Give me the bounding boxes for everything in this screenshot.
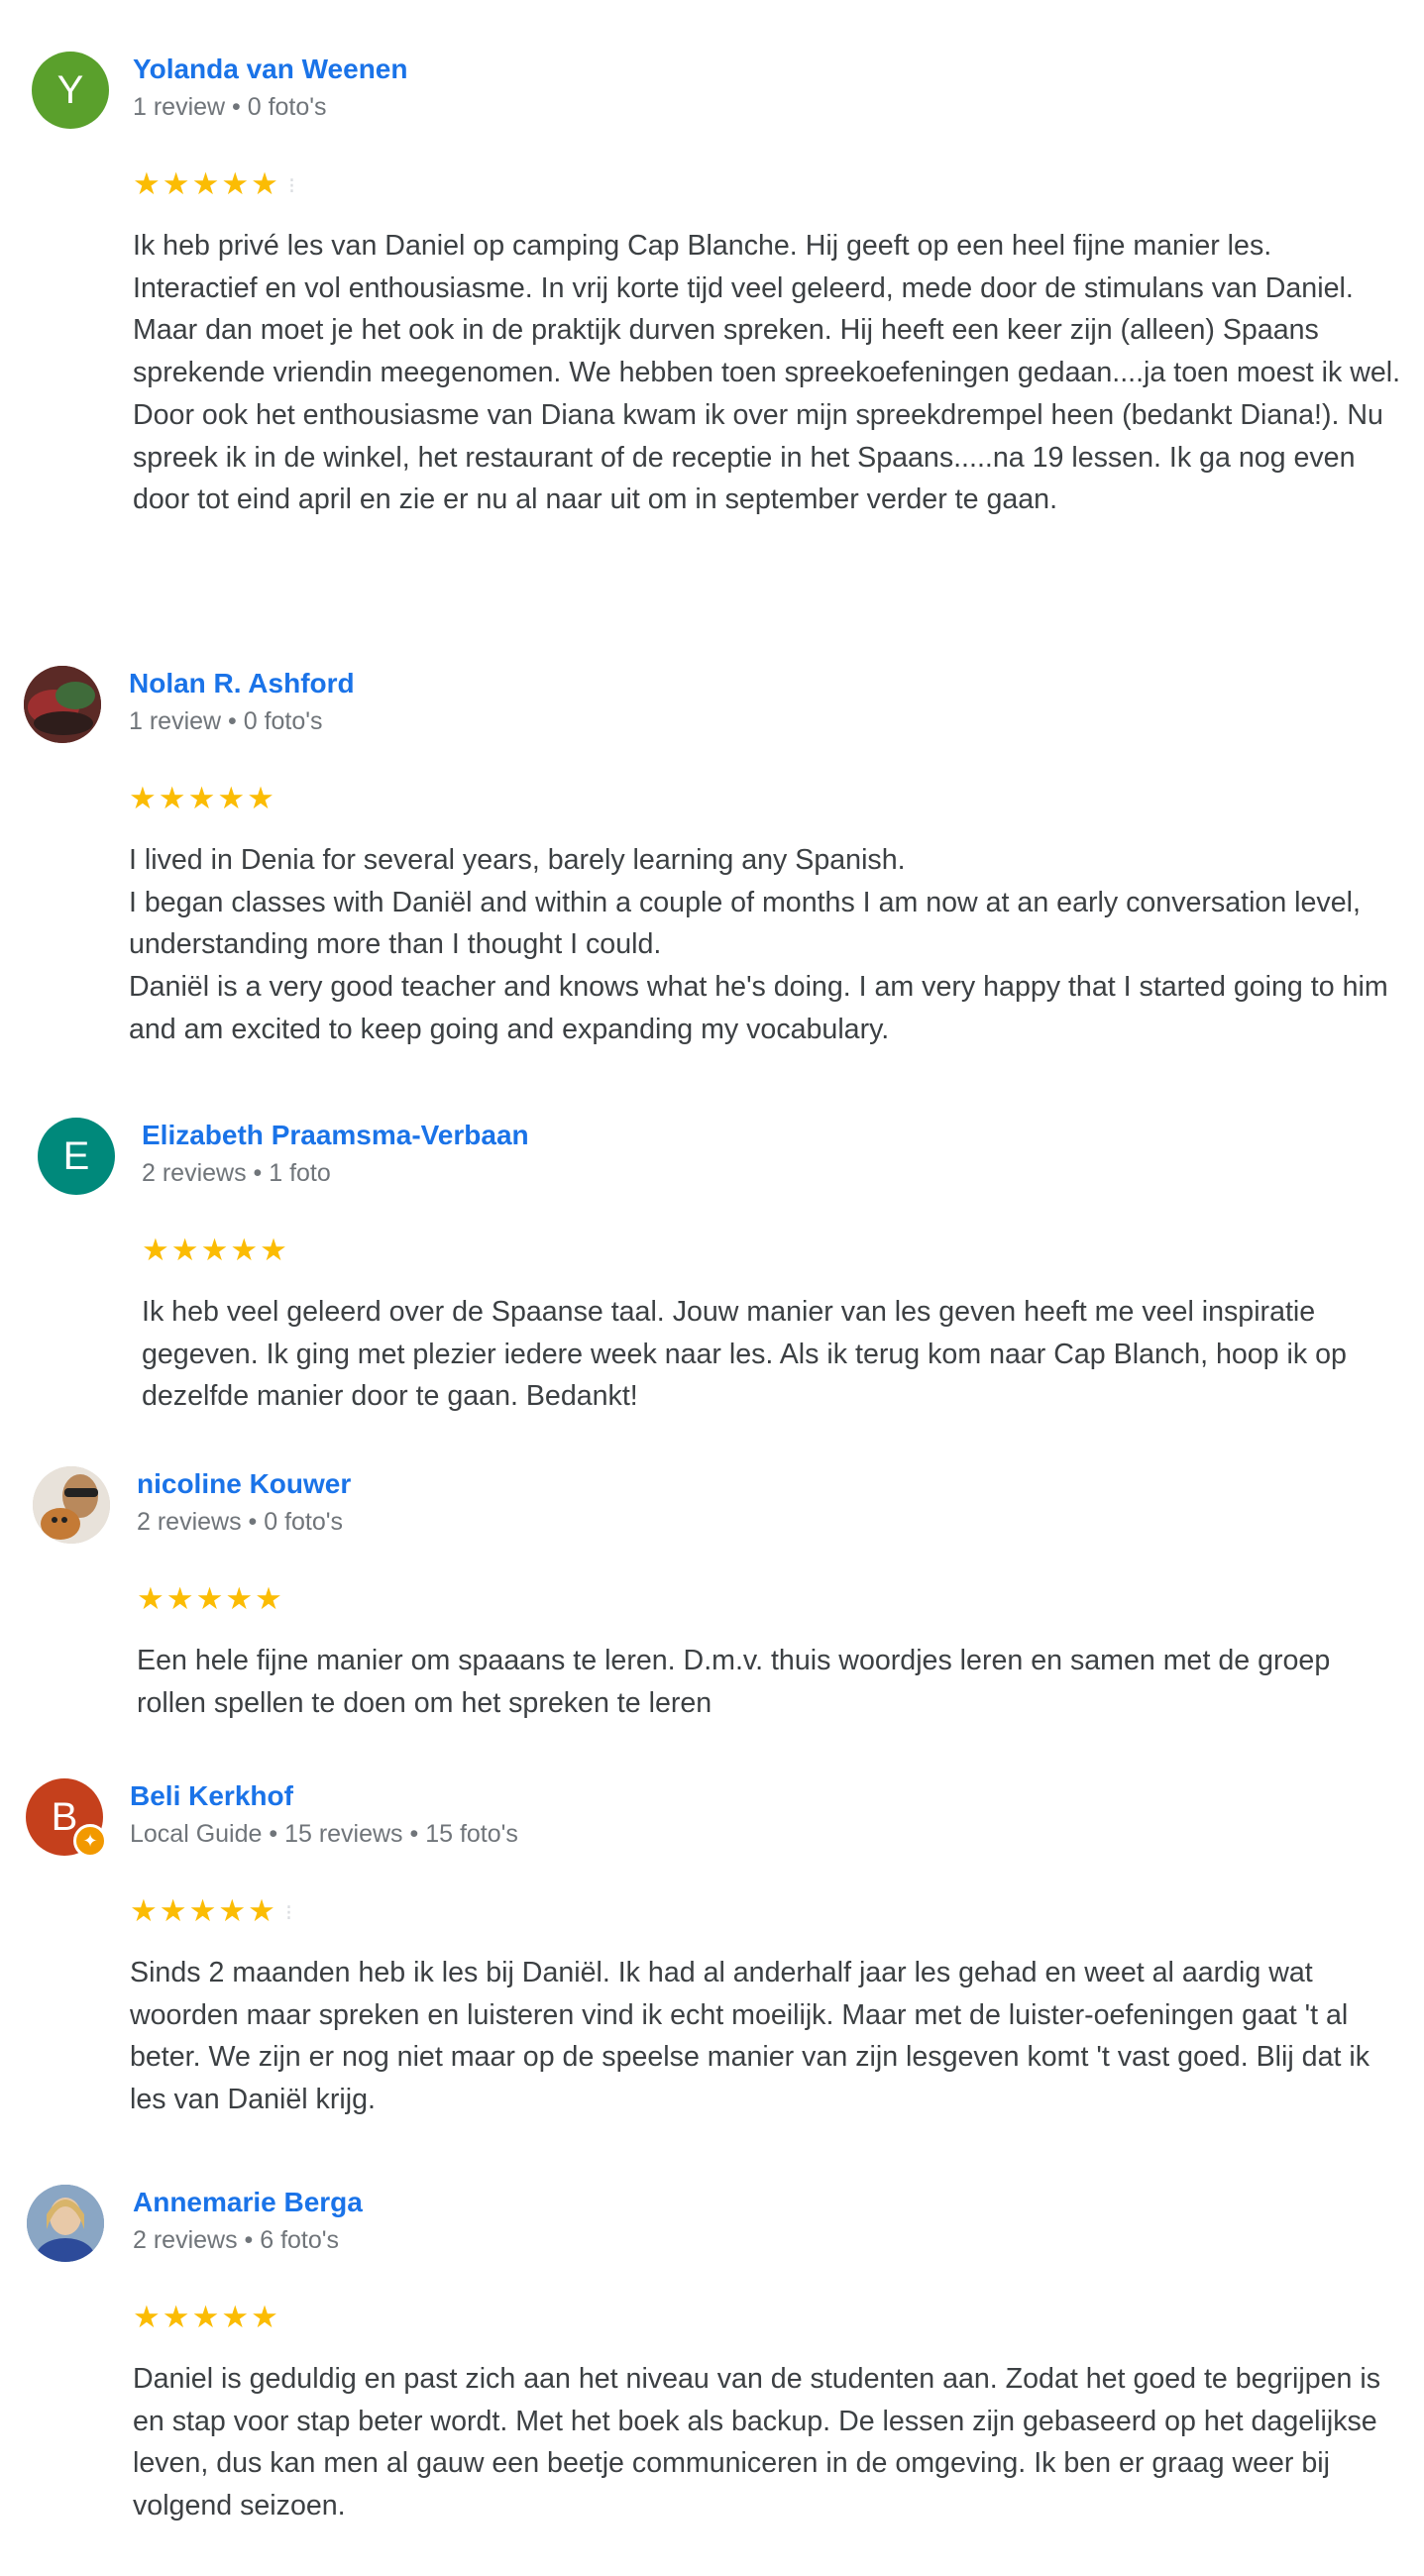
reviewer-name[interactable]: Elizabeth Praamsma-Verbaan [142,1120,529,1151]
avatar[interactable] [27,2185,104,2262]
avatar-letter: E [62,1133,90,1178]
review-text: Ik heb privé les van Daniel op camping C… [133,225,1401,521]
star-rating: ★★★★★ [133,2302,280,2332]
stars-icon: ★★★★★ [129,781,276,815]
reviewer-name[interactable]: Beli Kerkhof [130,1780,293,1812]
review-text: Een hele fijne manier om spaaans te lere… [137,1640,1405,1724]
reviewer-name[interactable]: Annemarie Berga [133,2187,363,2218]
photo-avatar-icon [24,666,101,743]
tick-icon: ⁝ [284,1899,294,1925]
review-paragraph: Ik heb privé les van Daniel op camping C… [133,230,1354,304]
reviewer-meta: 1 review • 0 foto's [133,93,327,121]
avatar[interactable]: E [38,1118,115,1195]
review-paragraph: Een hele fijne manier om spaaans te lere… [137,1645,1331,1719]
avatar[interactable]: B ✦ [26,1778,107,1858]
reviewer-meta: 2 reviews • 1 foto [142,1159,331,1187]
stars-icon: ★★★★★ [137,1581,284,1616]
stars-icon: ★★★★★ [142,1233,289,1267]
star-rating: ★★★★★ [142,1234,289,1265]
reviewer-meta: 2 reviews • 0 foto's [137,1508,344,1536]
reviewer-name[interactable]: Nolan R. Ashford [129,668,355,699]
reviewer-meta: 1 review • 0 foto's [129,707,323,735]
star-rating: ★★★★★ ⁝ [130,1895,294,1926]
avatar[interactable] [33,1466,110,1544]
review-paragraph: Ik heb veel geleerd over de Spaanse taal… [142,1296,1347,1413]
avatar-letter: Y [56,67,84,112]
photo-avatar-icon [33,1466,110,1544]
review-text: Ik heb veel geleerd over de Spaanse taal… [142,1291,1410,1418]
review-text: I lived in Denia for several years, bare… [129,839,1407,1051]
review-paragraph: Maar dan moet je het ook in de praktijk … [133,314,1401,516]
review-paragraph: Sinds 2 maanden heb ik les bij Daniël. I… [130,1957,1370,2116]
star-rating: ★★★★★ ⁝ [133,168,297,199]
review-paragraph: I began classes with Daniël and within a… [129,886,1361,961]
tick-icon: ⁝ [287,172,297,198]
reviewer-meta: Local Guide • 15 reviews • 15 foto's [130,1820,518,1848]
review-paragraph: I lived in Denia for several years, bare… [129,844,906,876]
avatar[interactable] [24,666,101,743]
stars-icon: ★★★★★ [130,1893,277,1928]
avatar-letter: B [51,1794,78,1839]
star-rating: ★★★★★ [129,783,276,813]
review-paragraph: Daniel is geduldig en past zich aan het … [133,2363,1381,2522]
photo-avatar-icon [27,2185,104,2262]
local-guide-badge-icon: ✦ [73,1824,107,1858]
reviewer-name[interactable]: Yolanda van Weenen [133,54,407,85]
avatar[interactable]: Y [32,52,109,129]
stars-icon: ★★★★★ [133,166,280,201]
review-text: Daniel is geduldig en past zich aan het … [133,2358,1401,2527]
reviewer-meta: 2 reviews • 6 foto's [133,2226,340,2254]
star-rating: ★★★★★ [137,1583,284,1614]
stars-icon: ★★★★★ [133,2300,280,2334]
review-text: Sinds 2 maanden heb ik les bij Daniël. I… [130,1952,1408,2121]
reviewer-name[interactable]: nicoline Kouwer [137,1468,351,1500]
review-paragraph: Daniël is a very good teacher and knows … [129,971,1388,1045]
